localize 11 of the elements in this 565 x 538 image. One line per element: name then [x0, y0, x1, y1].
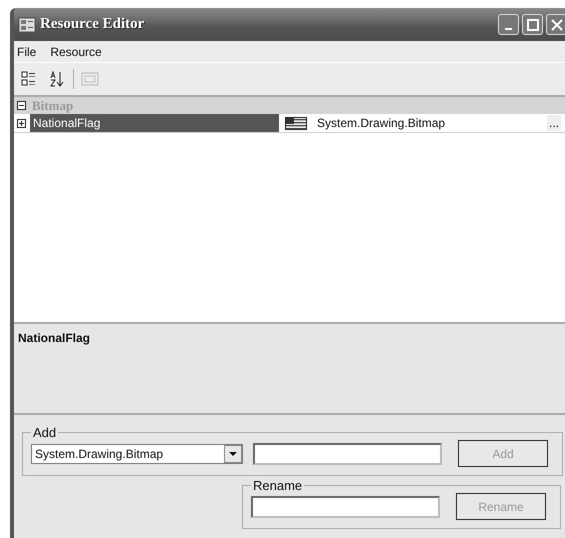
- menu-item[interactable]: File: [17, 44, 36, 58]
- type-dropdown[interactable]: System.Drawing.Bitmap: [31, 444, 243, 464]
- property-name[interactable]: NationalFlag: [30, 114, 279, 132]
- menu-item[interactable]: Resource: [50, 44, 102, 58]
- property-value: System.Drawing.Bitmap: [317, 116, 446, 130]
- group-label: Rename: [252, 478, 304, 493]
- window-title: Resource Editor: [40, 16, 144, 33]
- group-label: Add: [32, 425, 58, 440]
- ellipsis-button[interactable]: ...: [546, 115, 561, 131]
- category-label: Bitmap: [32, 98, 74, 114]
- description-title: NationalFlag: [18, 331, 90, 345]
